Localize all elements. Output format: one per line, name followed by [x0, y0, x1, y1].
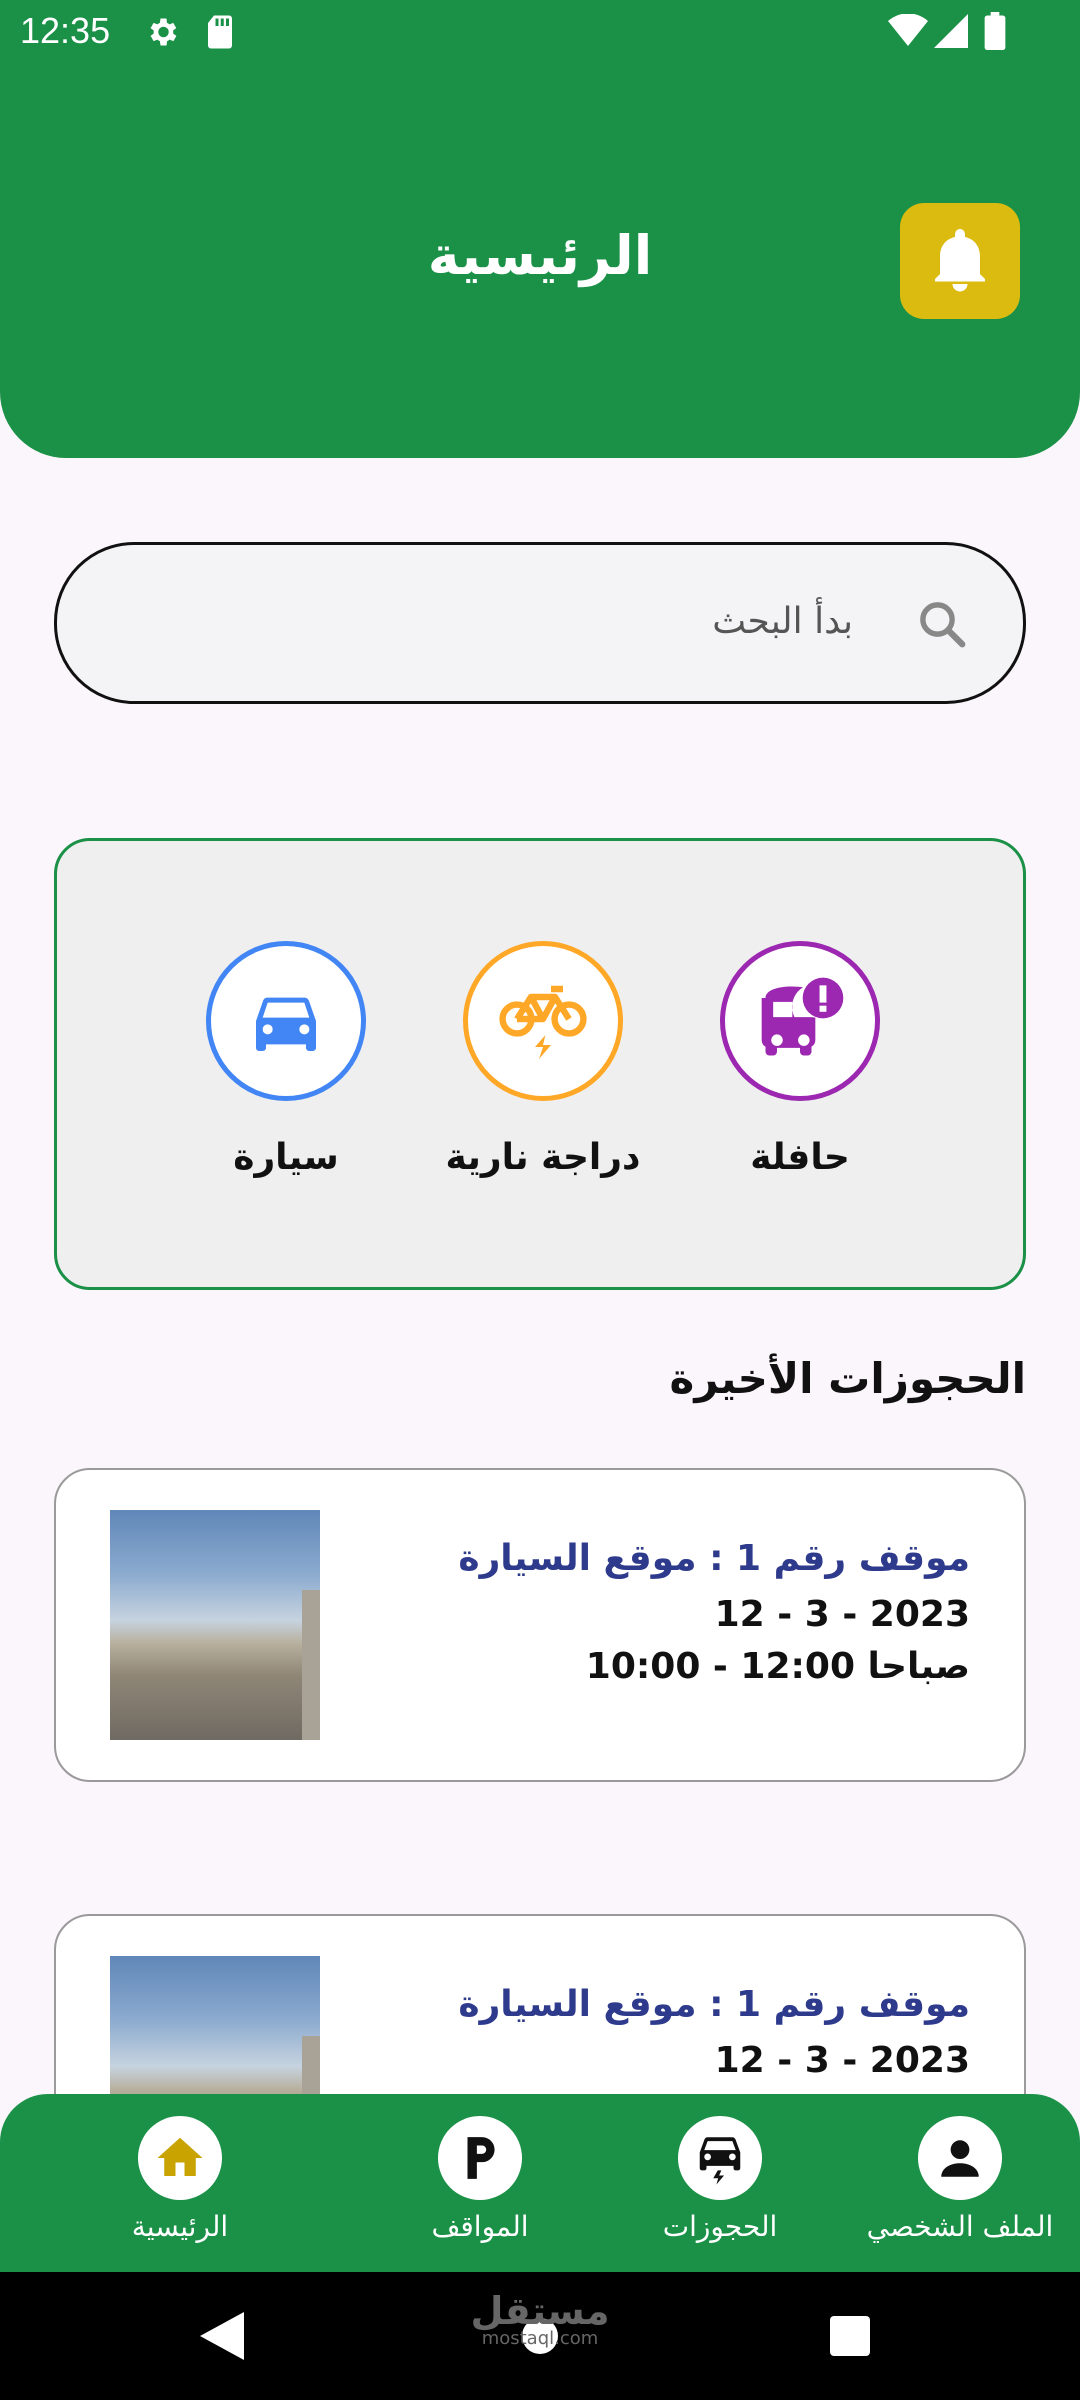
nav-label: المواقف — [431, 2210, 529, 2243]
sd-card-icon — [204, 14, 236, 54]
booking-card[interactable]: موقف رقم 1 : موقع السيارة 2023 - 3 - 12 … — [54, 1468, 1026, 1782]
watermark: مستقل mostaql.com — [470, 2292, 610, 2348]
category-bus[interactable]: حافلة — [650, 941, 950, 1178]
nav-home[interactable]: الرئيسية — [60, 2116, 300, 2243]
signal-icon — [934, 14, 968, 52]
watermark-sub: mostaql.com — [481, 2328, 599, 2349]
nav-label: الحجوزات — [662, 2210, 778, 2243]
booking-time: صباحا 12:00 - 10:00 — [585, 1646, 970, 1687]
wifi-icon — [888, 13, 928, 52]
electric-bike-icon — [463, 941, 623, 1101]
watermark-main: مستقل — [470, 2289, 610, 2333]
bus-alert-icon — [720, 941, 880, 1101]
vehicle-categories: حافلة دراجة نارية سيارة — [54, 838, 1026, 1290]
booking-date: 2023 - 3 - 12 — [714, 2040, 970, 2081]
booking-date: 2023 - 3 - 12 — [714, 1594, 970, 1635]
bottom-navigation: الملف الشخصي الحجوزات المواقف الرئيسية — [0, 2094, 1080, 2272]
parking-thumbnail — [110, 1510, 320, 1740]
category-label: حافلة — [750, 1137, 850, 1178]
search-input[interactable]: بدأ البحث — [54, 542, 1026, 704]
bell-icon — [930, 226, 990, 296]
home-icon — [138, 2116, 222, 2200]
status-bar: 12:35 — [0, 0, 1080, 64]
category-label: سيارة — [233, 1137, 339, 1178]
parking-icon — [438, 2116, 522, 2200]
car-charge-icon — [678, 2116, 762, 2200]
nav-bookings[interactable]: الحجوزات — [600, 2116, 840, 2243]
back-icon[interactable] — [200, 2312, 244, 2364]
car-icon — [206, 941, 366, 1101]
nav-profile[interactable]: الملف الشخصي — [840, 2116, 1080, 2243]
search-placeholder: بدأ البحث — [712, 601, 853, 642]
search-icon — [915, 597, 969, 655]
nav-label: الرئيسية — [131, 2210, 229, 2243]
notifications-button[interactable] — [900, 203, 1020, 319]
battery-icon — [984, 12, 1006, 54]
settings-icon — [144, 14, 180, 54]
recents-icon[interactable] — [830, 2316, 870, 2360]
system-navigation-bar: مستقل mostaql.com — [0, 2272, 1080, 2400]
person-icon — [918, 2116, 1002, 2200]
recent-bookings-title: الحجوزات الأخيرة — [669, 1354, 1026, 1403]
nav-label: الملف الشخصي — [866, 2210, 1054, 2243]
category-label: دراجة نارية — [445, 1137, 641, 1178]
status-time: 12:35 — [20, 10, 111, 51]
nav-parkings[interactable]: المواقف — [360, 2116, 600, 2243]
category-motorcycle[interactable]: دراجة نارية — [393, 941, 693, 1178]
app-header: الرئيسية — [0, 64, 1080, 458]
booking-location: موقف رقم 1 : موقع السيارة — [458, 1984, 970, 2025]
category-car[interactable]: سيارة — [136, 941, 436, 1178]
booking-location: موقف رقم 1 : موقع السيارة — [458, 1538, 970, 1579]
